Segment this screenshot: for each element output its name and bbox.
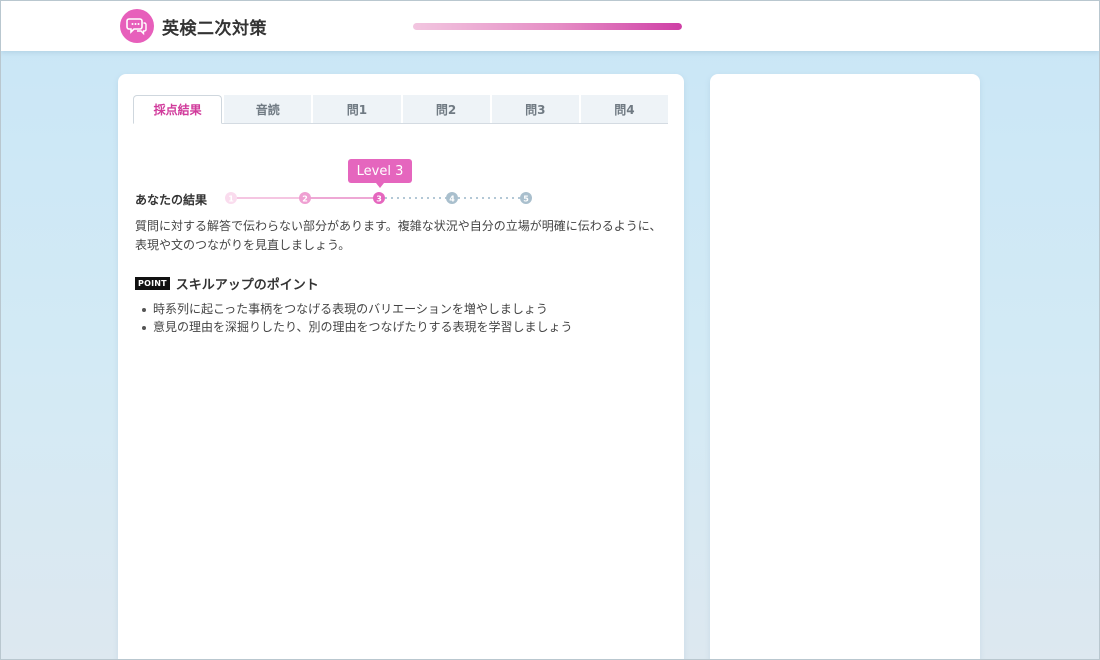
level-dot-5 bbox=[520, 192, 532, 204]
progress-fill bbox=[413, 23, 682, 30]
result-card: 採点結果 音読 問1 問2 問3 問4 1 2 3 4 5 あなたの結果 Lev… bbox=[118, 74, 684, 660]
level-number-2: 2 bbox=[302, 195, 308, 204]
point-badge: POINT bbox=[135, 277, 170, 290]
tab-score-result[interactable]: 採点結果 bbox=[133, 95, 223, 124]
skill-points-list: 時系列に起こった事柄をつなげる表現のバリエーションを増やしましょう 意見の理由を… bbox=[135, 300, 573, 336]
tab-question-4[interactable]: 問4 bbox=[580, 95, 669, 123]
level-number-5: 5 bbox=[523, 195, 529, 204]
level-number-3: 3 bbox=[376, 195, 382, 204]
speech-bubble-icon bbox=[120, 9, 154, 43]
app-header: 英検二次対策 bbox=[1, 1, 1099, 51]
result-message: 質問に対する解答で伝わらない部分があります。複雑な状況や自分の立場が明確に伝わる… bbox=[135, 219, 662, 252]
tab-bar: 採点結果 音読 問1 問2 問3 問4 bbox=[133, 95, 669, 124]
side-panel bbox=[710, 74, 980, 660]
level-dot-4 bbox=[446, 192, 458, 204]
result-label: あなたの結果 bbox=[135, 193, 208, 207]
tab-question-2[interactable]: 問2 bbox=[402, 95, 490, 123]
level-number-1: 1 bbox=[228, 195, 234, 204]
tab-question-1[interactable]: 問1 bbox=[313, 95, 401, 123]
level-dot-2 bbox=[299, 192, 311, 204]
app-title: 英検二次対策 bbox=[162, 19, 267, 39]
list-item: 意見の理由を深掘りしたり、別の理由をつなげたりする表現を学習しましょう bbox=[135, 318, 573, 336]
tab-question-3[interactable]: 問3 bbox=[491, 95, 579, 123]
level-badge: Level 3 bbox=[348, 159, 412, 188]
list-item: 時系列に起こった事柄をつなげる表現のバリエーションを増やしましょう bbox=[135, 300, 573, 318]
level-dot-3 bbox=[373, 192, 385, 204]
level-dot-1 bbox=[225, 192, 237, 204]
skill-points-title: スキルアップのポイント bbox=[175, 278, 319, 293]
level-number-4: 4 bbox=[449, 195, 455, 204]
progress-bar bbox=[413, 23, 682, 30]
skill-points-heading: POINT スキルアップのポイント bbox=[135, 274, 319, 293]
tab-read-aloud[interactable]: 音読 bbox=[224, 95, 312, 123]
